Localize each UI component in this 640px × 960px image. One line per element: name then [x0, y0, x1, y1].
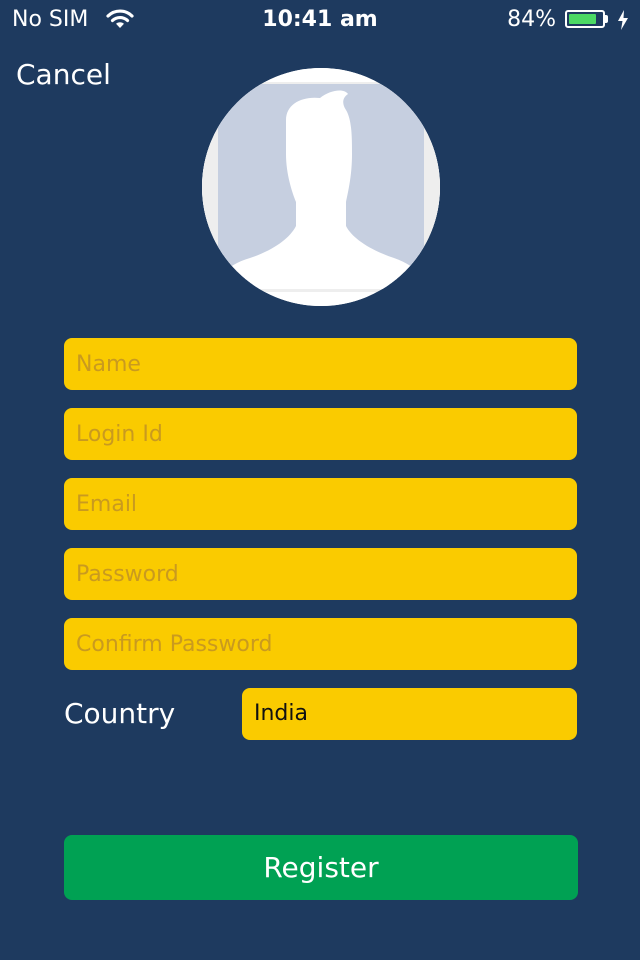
battery-fill [569, 14, 596, 24]
battery-cap [605, 15, 608, 23]
password-input[interactable] [64, 548, 577, 600]
lightning-bolt-icon [618, 10, 628, 30]
country-label: Country [64, 697, 176, 730]
profile-avatar[interactable] [202, 68, 440, 306]
register-button[interactable]: Register [64, 835, 578, 900]
battery-percentage: 84% [507, 7, 556, 32]
country-select[interactable]: India [242, 688, 577, 740]
confirm-password-input[interactable] [64, 618, 577, 670]
default-profile-silhouette-icon [202, 68, 440, 306]
login-id-input[interactable] [64, 408, 577, 460]
name-input[interactable] [64, 338, 577, 390]
cancel-button[interactable]: Cancel [16, 58, 111, 92]
battery-icon [565, 10, 609, 30]
email-input[interactable] [64, 478, 577, 530]
status-bar: No SIM 10:41 am 84% [0, 0, 640, 40]
battery-body [565, 10, 605, 28]
country-value: India [254, 701, 308, 726]
